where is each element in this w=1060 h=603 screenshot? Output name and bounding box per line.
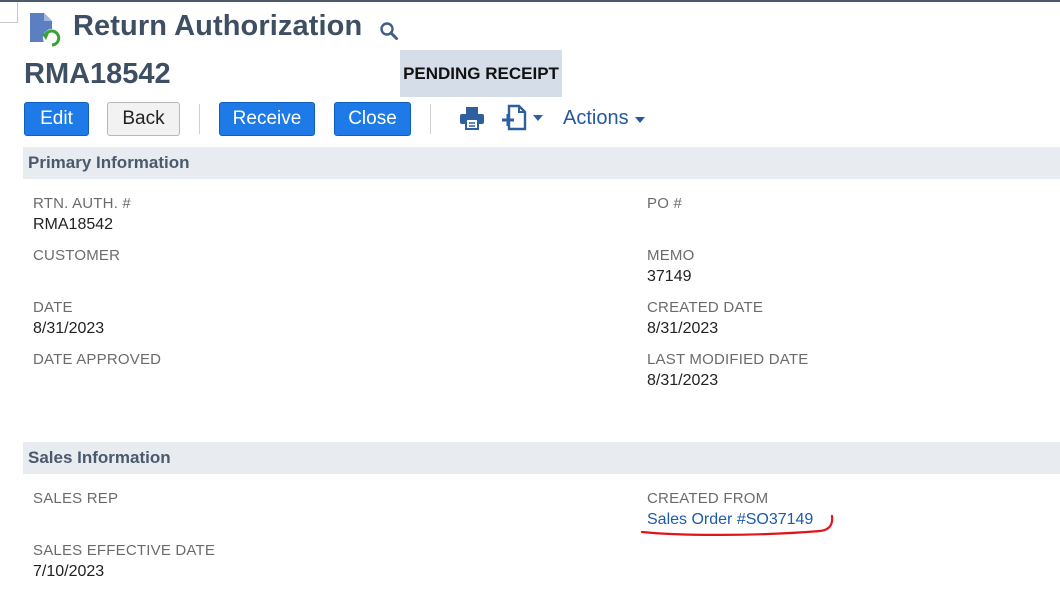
chevron-down-icon	[634, 117, 645, 123]
receive-button[interactable]: Receive	[219, 102, 315, 136]
field-label: DATE	[33, 299, 73, 316]
new-document-icon[interactable]	[501, 104, 547, 132]
toolbar-divider	[430, 104, 431, 134]
memo-field: MEMO 37149	[647, 247, 694, 286]
po-field: PO #	[647, 195, 682, 212]
date-field: DATE 8/31/2023	[33, 299, 104, 338]
top-border	[0, 0, 1060, 2]
field-value: 8/31/2023	[647, 372, 719, 389]
field-label: SALES REP	[33, 490, 119, 507]
created-from-link[interactable]: Sales Order #SO37149	[647, 511, 813, 529]
field-label: LAST MODIFIED DATE	[647, 351, 809, 368]
field-value: 7/10/2023	[33, 563, 105, 580]
field-value: RMA18542	[33, 216, 114, 233]
record-id: RMA18542	[24, 58, 171, 90]
status-badge: PENDING RECEIPT	[400, 50, 562, 97]
field-value: 37149	[647, 268, 692, 285]
rtn-auth-field: RTN. AUTH. # RMA18542	[33, 195, 131, 234]
created-date-field: CREATED DATE 8/31/2023	[647, 299, 763, 338]
sales-information-section[interactable]: Sales Information	[23, 442, 1060, 474]
back-button[interactable]: Back	[107, 102, 180, 136]
close-button[interactable]: Close	[334, 102, 411, 136]
section-title: Primary Information	[28, 153, 190, 172]
field-label: RTN. AUTH. #	[33, 195, 131, 212]
field-label: DATE APPROVED	[33, 351, 162, 368]
field-value: 8/31/2023	[33, 320, 105, 337]
print-icon[interactable]	[459, 106, 485, 130]
field-label: CUSTOMER	[33, 247, 121, 264]
actions-menu[interactable]: Actions	[563, 107, 645, 130]
page-title: Return Authorization	[73, 10, 363, 42]
corner-box	[0, 2, 18, 23]
toolbar-divider	[199, 104, 200, 134]
edit-button[interactable]: Edit	[24, 102, 89, 136]
last-modified-date-field: LAST MODIFIED DATE 8/31/2023	[647, 351, 808, 390]
field-label: CREATED FROM	[647, 490, 769, 507]
search-icon[interactable]	[379, 21, 399, 41]
field-value: 8/31/2023	[647, 320, 719, 337]
sales-effective-date-field: SALES EFFECTIVE DATE 7/10/2023	[33, 542, 215, 581]
created-from-field: CREATED FROM Sales Order #SO37149	[647, 490, 813, 529]
field-label: SALES EFFECTIVE DATE	[33, 542, 216, 559]
sales-rep-field: SALES REP	[33, 490, 118, 507]
return-authorization-icon	[30, 13, 61, 47]
date-approved-field: DATE APPROVED	[33, 351, 161, 368]
primary-information-section[interactable]: Primary Information	[23, 147, 1060, 179]
field-label: MEMO	[647, 247, 695, 264]
field-label: CREATED DATE	[647, 299, 764, 316]
field-label: PO #	[647, 195, 682, 212]
actions-label: Actions	[563, 107, 629, 129]
section-title: Sales Information	[28, 448, 171, 467]
customer-field: CUSTOMER	[33, 247, 120, 264]
